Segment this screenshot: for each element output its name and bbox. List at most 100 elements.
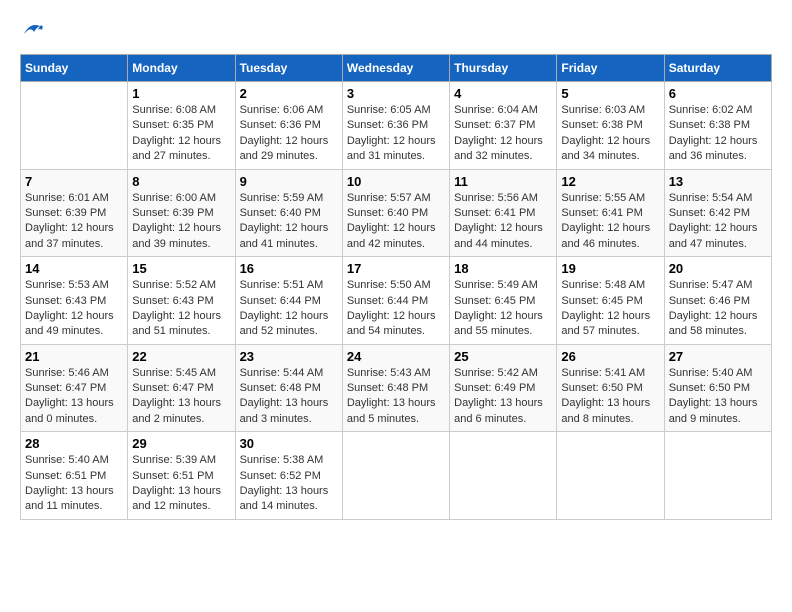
calendar-cell: 24 Sunrise: 5:43 AM Sunset: 6:48 PM Dayli…	[342, 344, 449, 432]
day-info: Sunrise: 5:43 AM Sunset: 6:48 PM Dayligh…	[347, 367, 436, 425]
weekday-header-saturday: Saturday	[664, 55, 771, 82]
calendar-week-row: 14Sunrise: 5:53 AM Sunset: 6:43 PM Dayli…	[21, 257, 772, 345]
day-number: 26	[561, 349, 659, 364]
calendar-cell: 23Sunrise: 5:44 AM Sunset: 6:48 PM Dayli…	[235, 344, 342, 432]
calendar-cell: 5 Sunrise: 6:03 AM Sunset: 6:38 PM Daylig…	[557, 82, 664, 170]
calendar-cell: 12 Sunrise: 5:55 AM Sunset: 6:41 PM Dayli…	[557, 169, 664, 257]
day-number: 2	[240, 86, 338, 101]
calendar-table: SundayMondayTuesdayWednesdayThursdayFrid…	[20, 54, 772, 520]
calendar-cell: 20 Sunrise: 5:47 AM Sunset: 6:46 PM Dayli…	[664, 257, 771, 345]
weekday-header-tuesday: Tuesday	[235, 55, 342, 82]
day-number: 24	[347, 349, 445, 364]
day-info: Sunrise: 5:52 AM Sunset: 6:43 PM Dayligh…	[132, 279, 221, 337]
day-number: 20	[669, 261, 767, 276]
calendar-cell	[557, 432, 664, 520]
calendar-cell: 7 Sunrise: 6:01 AM Sunset: 6:39 PM Daylig…	[21, 169, 128, 257]
header	[20, 20, 772, 38]
calendar-cell: 3 Sunrise: 6:05 AM Sunset: 6:36 PM Daylig…	[342, 82, 449, 170]
day-number: 13	[669, 174, 767, 189]
calendar-cell: 29Sunrise: 5:39 AM Sunset: 6:51 PM Dayli…	[128, 432, 235, 520]
day-info: Sunrise: 5:40 AM Sunset: 6:50 PM Dayligh…	[669, 367, 758, 425]
calendar-cell: 21 Sunrise: 5:46 AM Sunset: 6:47 PM Dayli…	[21, 344, 128, 432]
day-number: 21	[25, 349, 123, 364]
calendar-body: 1 Sunrise: 6:08 AM Sunset: 6:35 PM Daylig…	[21, 82, 772, 520]
day-info: Sunrise: 5:59 AM Sunset: 6:40 PM Dayligh…	[240, 192, 329, 250]
calendar-cell: 22 Sunrise: 5:45 AM Sunset: 6:47 PM Dayli…	[128, 344, 235, 432]
day-info: Sunrise: 5:46 AM Sunset: 6:47 PM Dayligh…	[25, 367, 114, 425]
day-number: 28	[25, 436, 123, 451]
day-info: Sunrise: 6:00 AM Sunset: 6:39 PM Dayligh…	[132, 192, 221, 250]
calendar-cell: 15 Sunrise: 5:52 AM Sunset: 6:43 PM Dayli…	[128, 257, 235, 345]
day-number: 19	[561, 261, 659, 276]
calendar-week-row: 21 Sunrise: 5:46 AM Sunset: 6:47 PM Dayli…	[21, 344, 772, 432]
day-number: 10	[347, 174, 445, 189]
day-number: 8	[132, 174, 230, 189]
calendar-cell: 28 Sunrise: 5:40 AM Sunset: 6:51 PM Dayli…	[21, 432, 128, 520]
calendar-week-row: 7 Sunrise: 6:01 AM Sunset: 6:39 PM Daylig…	[21, 169, 772, 257]
calendar-cell: 9 Sunrise: 5:59 AM Sunset: 6:40 PM Daylig…	[235, 169, 342, 257]
calendar-cell	[664, 432, 771, 520]
calendar-cell: 8 Sunrise: 6:00 AM Sunset: 6:39 PM Daylig…	[128, 169, 235, 257]
logo-top	[20, 20, 44, 38]
day-number: 12	[561, 174, 659, 189]
calendar-cell: 30Sunrise: 5:38 AM Sunset: 6:52 PM Dayli…	[235, 432, 342, 520]
day-info: Sunrise: 6:05 AM Sunset: 6:36 PM Dayligh…	[347, 104, 436, 162]
day-number: 16	[240, 261, 338, 276]
calendar-cell: 4Sunrise: 6:04 AM Sunset: 6:37 PM Daylig…	[450, 82, 557, 170]
day-number: 1	[132, 86, 230, 101]
day-number: 18	[454, 261, 552, 276]
calendar-cell: 14Sunrise: 5:53 AM Sunset: 6:43 PM Dayli…	[21, 257, 128, 345]
day-info: Sunrise: 6:03 AM Sunset: 6:38 PM Dayligh…	[561, 104, 650, 162]
day-info: Sunrise: 5:54 AM Sunset: 6:42 PM Dayligh…	[669, 192, 758, 250]
weekday-header-row: SundayMondayTuesdayWednesdayThursdayFrid…	[21, 55, 772, 82]
day-number: 3	[347, 86, 445, 101]
calendar-cell: 10 Sunrise: 5:57 AM Sunset: 6:40 PM Dayli…	[342, 169, 449, 257]
day-number: 5	[561, 86, 659, 101]
day-number: 14	[25, 261, 123, 276]
page-container: SundayMondayTuesdayWednesdayThursdayFrid…	[0, 0, 792, 530]
weekday-header-wednesday: Wednesday	[342, 55, 449, 82]
day-info: Sunrise: 5:45 AM Sunset: 6:47 PM Dayligh…	[132, 367, 221, 425]
day-info: Sunrise: 5:57 AM Sunset: 6:40 PM Dayligh…	[347, 192, 436, 250]
calendar-cell: 18 Sunrise: 5:49 AM Sunset: 6:45 PM Dayli…	[450, 257, 557, 345]
weekday-header-monday: Monday	[128, 55, 235, 82]
calendar-week-row: 1 Sunrise: 6:08 AM Sunset: 6:35 PM Daylig…	[21, 82, 772, 170]
calendar-cell	[450, 432, 557, 520]
calendar-cell: 25 Sunrise: 5:42 AM Sunset: 6:49 PM Dayli…	[450, 344, 557, 432]
day-number: 15	[132, 261, 230, 276]
calendar-cell: 13 Sunrise: 5:54 AM Sunset: 6:42 PM Dayli…	[664, 169, 771, 257]
day-info: Sunrise: 6:01 AM Sunset: 6:39 PM Dayligh…	[25, 192, 114, 250]
calendar-header: SundayMondayTuesdayWednesdayThursdayFrid…	[21, 55, 772, 82]
day-info: Sunrise: 5:51 AM Sunset: 6:44 PM Dayligh…	[240, 279, 329, 337]
calendar-cell	[342, 432, 449, 520]
day-info: Sunrise: 6:08 AM Sunset: 6:35 PM Dayligh…	[132, 104, 221, 162]
day-info: Sunrise: 6:02 AM Sunset: 6:38 PM Dayligh…	[669, 104, 758, 162]
day-number: 30	[240, 436, 338, 451]
day-number: 7	[25, 174, 123, 189]
day-info: Sunrise: 5:41 AM Sunset: 6:50 PM Dayligh…	[561, 367, 650, 425]
day-info: Sunrise: 5:42 AM Sunset: 6:49 PM Dayligh…	[454, 367, 543, 425]
day-number: 22	[132, 349, 230, 364]
day-number: 27	[669, 349, 767, 364]
day-number: 29	[132, 436, 230, 451]
day-info: Sunrise: 5:47 AM Sunset: 6:46 PM Dayligh…	[669, 279, 758, 337]
calendar-cell	[21, 82, 128, 170]
day-info: Sunrise: 5:50 AM Sunset: 6:44 PM Dayligh…	[347, 279, 436, 337]
calendar-cell: 16 Sunrise: 5:51 AM Sunset: 6:44 PM Dayli…	[235, 257, 342, 345]
calendar-cell: 1 Sunrise: 6:08 AM Sunset: 6:35 PM Daylig…	[128, 82, 235, 170]
calendar-cell: 27 Sunrise: 5:40 AM Sunset: 6:50 PM Dayli…	[664, 344, 771, 432]
calendar-cell: 17Sunrise: 5:50 AM Sunset: 6:44 PM Dayli…	[342, 257, 449, 345]
day-info: Sunrise: 5:55 AM Sunset: 6:41 PM Dayligh…	[561, 192, 650, 250]
day-info: Sunrise: 5:48 AM Sunset: 6:45 PM Dayligh…	[561, 279, 650, 337]
day-info: Sunrise: 5:40 AM Sunset: 6:51 PM Dayligh…	[25, 454, 114, 512]
day-info: Sunrise: 5:44 AM Sunset: 6:48 PM Dayligh…	[240, 367, 329, 425]
calendar-cell: 11Sunrise: 5:56 AM Sunset: 6:41 PM Dayli…	[450, 169, 557, 257]
day-number: 25	[454, 349, 552, 364]
day-info: Sunrise: 5:49 AM Sunset: 6:45 PM Dayligh…	[454, 279, 543, 337]
calendar-cell: 6Sunrise: 6:02 AM Sunset: 6:38 PM Daylig…	[664, 82, 771, 170]
calendar-cell: 26 Sunrise: 5:41 AM Sunset: 6:50 PM Dayli…	[557, 344, 664, 432]
weekday-header-thursday: Thursday	[450, 55, 557, 82]
calendar-week-row: 28 Sunrise: 5:40 AM Sunset: 6:51 PM Dayli…	[21, 432, 772, 520]
logo	[20, 20, 44, 38]
day-number: 9	[240, 174, 338, 189]
